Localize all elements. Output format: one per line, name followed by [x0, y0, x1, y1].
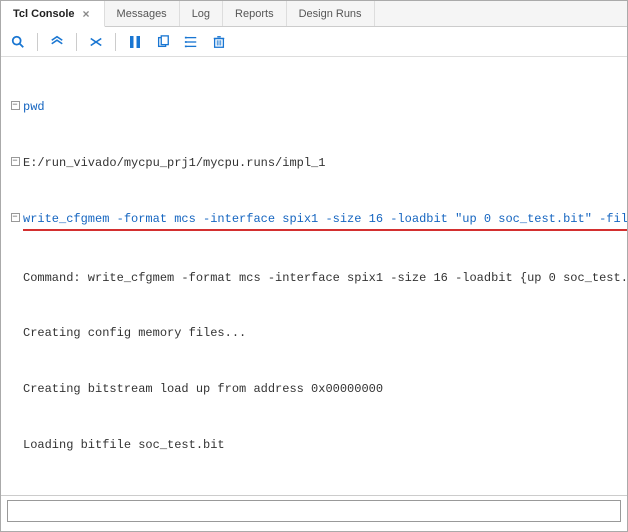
console-output[interactable]: −pwd −E:/run_vivado/mycpu_prj1/mycpu.run… — [1, 57, 627, 495]
trash-icon[interactable] — [210, 33, 228, 51]
copy-icon[interactable] — [154, 33, 172, 51]
tab-label: Tcl Console — [13, 8, 75, 20]
tab-design-runs[interactable]: Design Runs — [287, 1, 375, 26]
console-line: Writing file ./soc_test.mcs — [23, 492, 621, 495]
separator — [115, 33, 116, 51]
console-line: Loading bitfile soc_test.bit — [23, 436, 621, 455]
tab-label: Design Runs — [299, 8, 362, 20]
tab-label: Messages — [117, 8, 167, 20]
pause-icon[interactable] — [126, 33, 144, 51]
fold-icon[interactable]: − — [11, 213, 20, 222]
console-line: write_cfgmem -format mcs -interface spix… — [23, 210, 627, 232]
tab-bar: Tcl Console × Messages Log Reports Desig… — [1, 1, 627, 27]
tab-log[interactable]: Log — [180, 1, 223, 26]
close-icon[interactable]: × — [81, 7, 92, 21]
console-line: Creating bitstream load up from address … — [23, 380, 621, 399]
tcl-command-input[interactable] — [7, 500, 621, 522]
separator — [76, 33, 77, 51]
tab-tcl-console[interactable]: Tcl Console × — [1, 1, 105, 27]
fold-icon[interactable]: − — [11, 157, 20, 166]
tab-label: Log — [192, 8, 210, 20]
console-line: pwd — [23, 98, 621, 117]
tab-label: Reports — [235, 8, 274, 20]
tab-reports[interactable]: Reports — [223, 1, 287, 26]
fold-icon[interactable]: − — [11, 101, 20, 110]
collapse-all-icon[interactable] — [48, 33, 66, 51]
toolbar — [1, 27, 627, 57]
tab-messages[interactable]: Messages — [105, 1, 180, 26]
console-line: Command: write_cfgmem -format mcs -inter… — [23, 269, 627, 288]
separator — [37, 33, 38, 51]
expand-toggle-icon[interactable] — [87, 33, 105, 51]
list-icon[interactable] — [182, 33, 200, 51]
command-input-row — [1, 495, 627, 523]
search-icon[interactable] — [9, 33, 27, 51]
console-line: Creating config memory files... — [23, 324, 621, 343]
console-line: E:/run_vivado/mycpu_prj1/mycpu.runs/impl… — [23, 154, 621, 173]
